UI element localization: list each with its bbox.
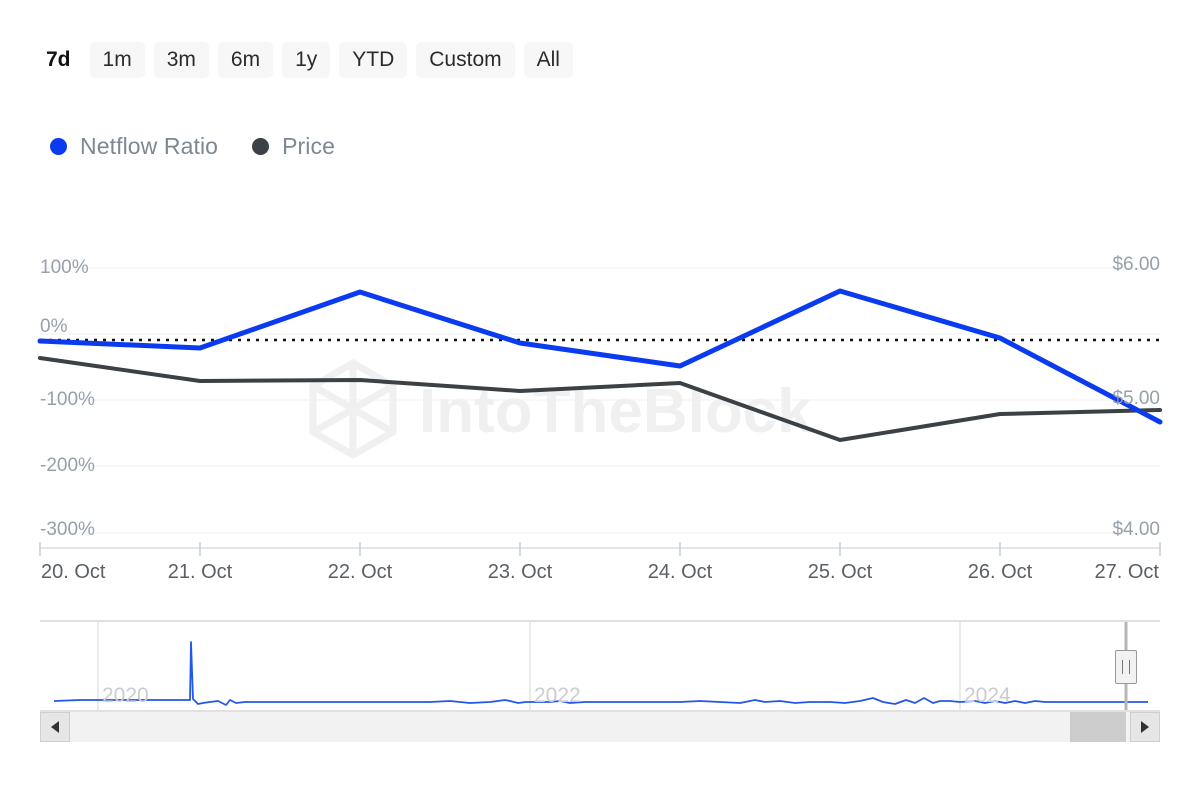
y-axis-left-tick: 0% [40,316,68,337]
x-axis-tick-label: 20. Oct [41,561,106,583]
hexagon-logo-icon [309,358,397,460]
y-axis-left-tick: 100% [40,257,89,278]
x-axis-tick-label: 26. Oct [968,561,1033,583]
y-axis-right-tick: $5.00 [1112,388,1160,409]
x-axis-tick-label: 21. Oct [168,561,233,583]
y-axis-left-tick: -200% [40,455,95,476]
y-axis-right: $6.00 $5.00 $4.00 [1112,254,1160,540]
navigator-year-label: 2020 [102,684,149,707]
y-axis-right-tick: $4.00 [1112,519,1160,540]
scrollbar-track[interactable] [40,712,1160,742]
x-axis-ticks [39,542,1161,556]
x-axis-labels: 20. Oct 21. Oct 22. Oct 23. Oct 24. Oct … [41,561,1159,583]
navigator-year-label: 2024 [964,684,1011,707]
navigator-svg: 2020 2022 2024 [40,620,1160,712]
main-chart-svg: IntoTheBlock 100% 0% -100% -200% -300% $… [37,254,1163,583]
arrow-left-icon [51,721,59,733]
navigator-year-label: 2022 [534,684,581,707]
netflow-ratio-chart-widget: 7d 1m 3m 6m 1y YTD Custom All Netflow Ra… [0,0,1200,800]
handle-grip-icon [1122,660,1130,674]
watermark: IntoTheBlock [309,358,812,460]
arrow-right-icon [1141,721,1149,733]
navigator-year-gridlines [97,622,961,710]
x-axis-tick-label: 27. Oct [1095,561,1160,583]
x-axis-tick-label: 22. Oct [328,561,393,583]
scrollbar-thumb[interactable] [1070,712,1126,742]
y-axis-left-tick: -300% [40,519,95,540]
y-axis-right-tick: $6.00 [1112,254,1160,275]
x-axis-tick-label: 24. Oct [648,561,713,583]
chart-navigator[interactable]: 2020 2022 2024 [40,620,1160,712]
x-axis-tick-label: 23. Oct [488,561,553,583]
navigator-right-handle[interactable] [1115,650,1137,684]
scrollbar-right-button[interactable] [1130,712,1160,742]
y-axis-left-tick: -100% [40,389,95,410]
chart-scrollbar[interactable] [40,712,1160,742]
x-axis-tick-label: 25. Oct [808,561,873,583]
scrollbar-left-button[interactable] [40,712,70,742]
y-axis-left: 100% 0% -100% -200% -300% [40,257,95,540]
main-chart[interactable]: IntoTheBlock 100% 0% -100% -200% -300% $… [0,0,1200,600]
